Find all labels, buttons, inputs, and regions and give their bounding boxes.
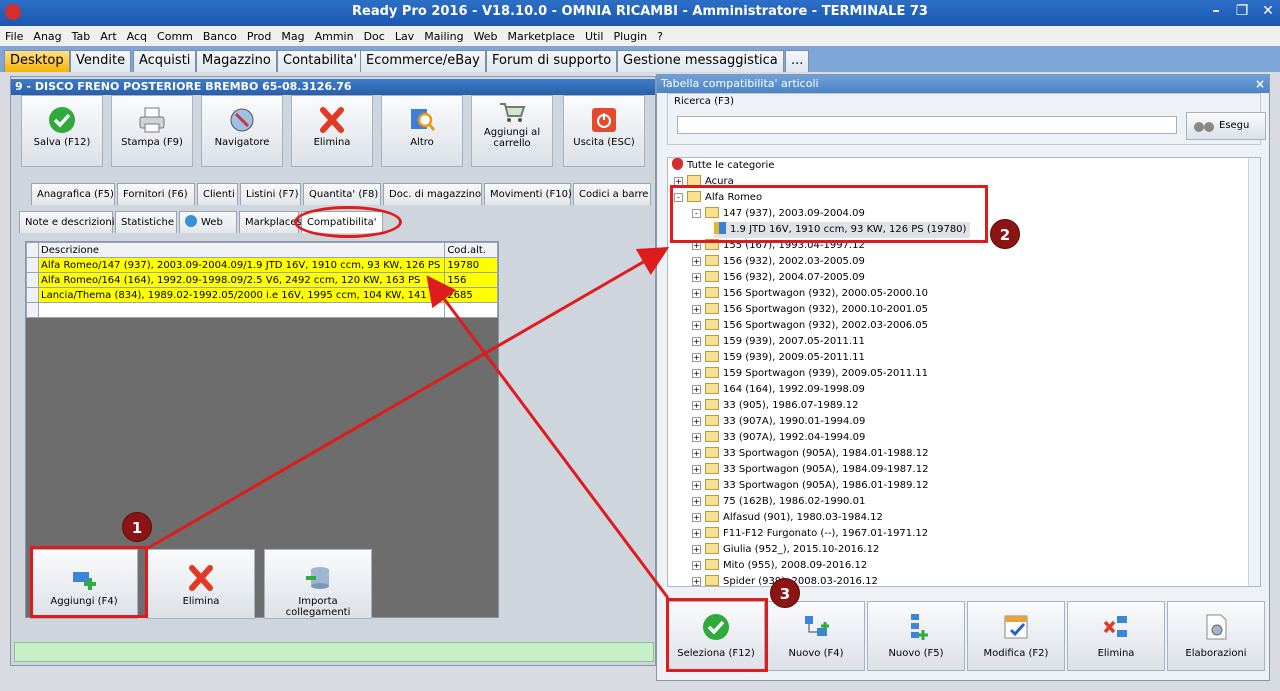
- step-badge-2: 2: [990, 219, 1020, 249]
- step-badge-3: 3: [770, 578, 800, 608]
- arrow-select-to-grid: [426, 275, 670, 599]
- arrow-add-to-tree: [147, 246, 670, 550]
- step-badge-1: 1: [122, 512, 152, 542]
- annotation-arrows: [147, 246, 670, 599]
